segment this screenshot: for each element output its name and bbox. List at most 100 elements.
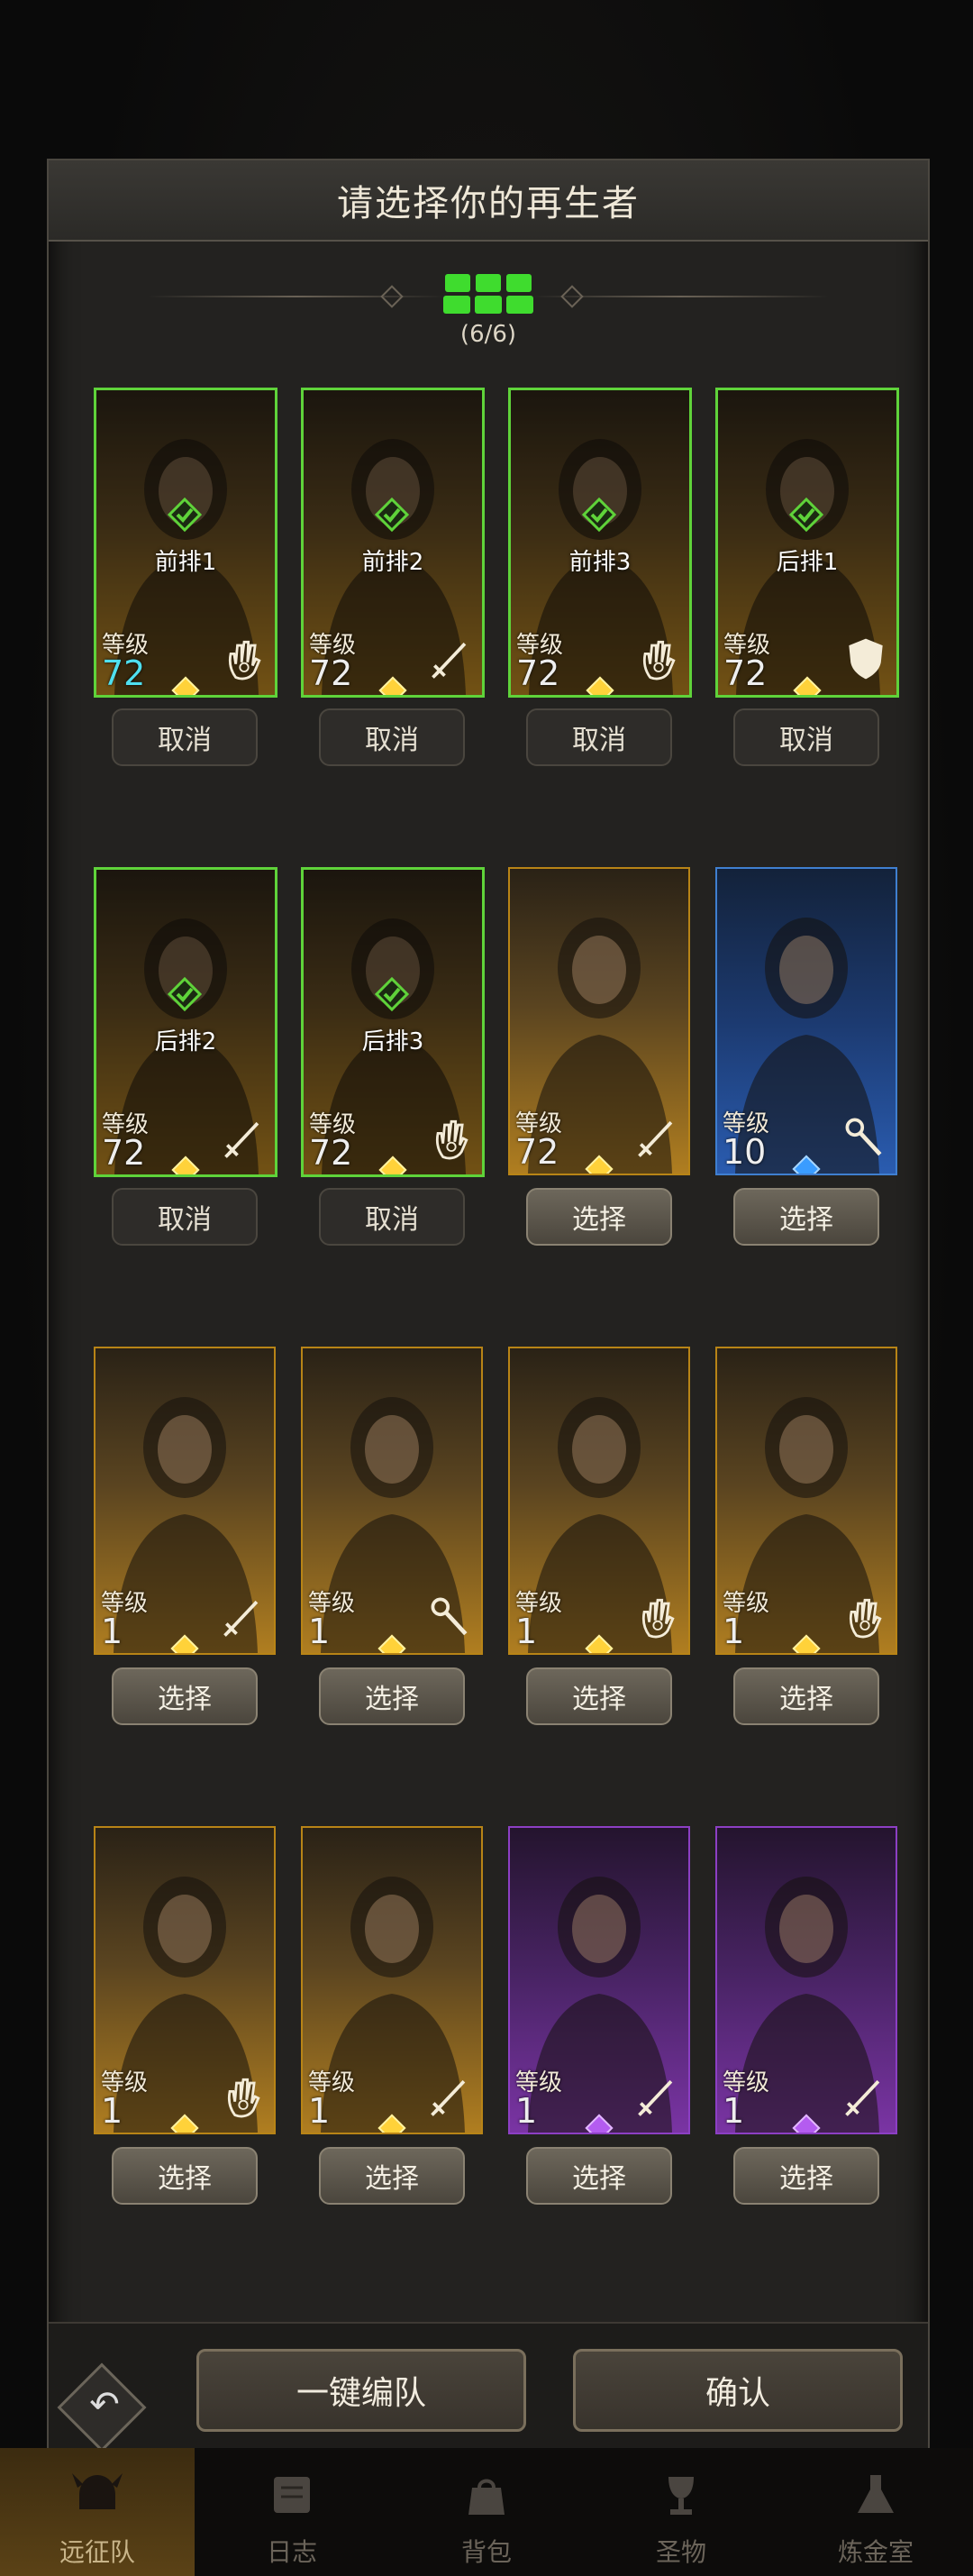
hero-select-dialog: 请选择你的再生者 (6/6) 前排1 等级 72 取消 前排2 等级 72 取消 前排3 等级 72… [47, 159, 930, 2459]
sword-class-icon [431, 2079, 466, 2116]
slot-label: 前排1 [154, 549, 217, 576]
cancel-button[interactable]: 取消 [319, 708, 465, 766]
chalice-icon [668, 2477, 694, 2515]
hero-card[interactable]: 等级 72 [508, 867, 690, 1175]
ornament-diamond-left [380, 285, 404, 308]
hand-class-icon [849, 1598, 882, 1639]
sword-class-icon [845, 2079, 880, 2116]
level-value: 72 [723, 653, 768, 693]
hero-card[interactable]: 等级 10 [715, 867, 897, 1175]
shield-class-icon [849, 638, 883, 680]
select-button[interactable]: 选择 [112, 1667, 258, 1725]
hero-card[interactable]: 等级 1 [301, 1826, 483, 2134]
checkmark-icon [374, 976, 410, 1012]
select-button[interactable]: 选择 [733, 1188, 879, 1246]
slot-label: 后排3 [361, 1028, 424, 1055]
dialog-footer: ↶ 一键编队 确认 [49, 2322, 928, 2459]
hand-class-icon [641, 1598, 675, 1639]
level-value: 1 [723, 2091, 745, 2131]
nav-item[interactable]: 背包 [389, 2448, 584, 2576]
slot-label: 后排1 [776, 549, 839, 576]
level-value: 72 [309, 653, 353, 693]
select-button[interactable]: 选择 [112, 2147, 258, 2205]
level-value: 72 [515, 1132, 559, 1172]
auto-team-button[interactable]: 一键编队 [196, 2349, 526, 2432]
select-button[interactable]: 选择 [319, 1667, 465, 1725]
checkmark-icon [167, 497, 203, 533]
sword-class-icon [224, 1121, 259, 1158]
hero-card[interactable]: 等级 1 [508, 1347, 690, 1655]
hand-class-icon [435, 1119, 468, 1160]
nav-label: 日志 [266, 2537, 317, 2567]
slot-label: 前排3 [568, 549, 632, 576]
scroll-icon [274, 2477, 310, 2513]
staff-class-icon [845, 1118, 882, 1156]
nav-label: 远征队 [59, 2537, 135, 2567]
level-value: 1 [308, 1612, 331, 1651]
dialog-title: 请选择你的再生者 [337, 183, 640, 224]
hand-class-icon [642, 640, 676, 681]
hero-card[interactable]: 前排1 等级 72 [94, 388, 277, 698]
nav-label: 炼金室 [837, 2537, 914, 2567]
level-value: 1 [101, 1612, 123, 1651]
formation-count: (6/6) [459, 321, 517, 348]
cancel-button[interactable]: 取消 [733, 708, 879, 766]
level-value: 1 [101, 2091, 123, 2131]
cancel-button[interactable]: 取消 [112, 708, 258, 766]
slot-label: 前排2 [361, 549, 424, 576]
cancel-button[interactable]: 取消 [112, 1188, 258, 1246]
hero-card[interactable]: 等级 1 [301, 1347, 483, 1655]
hero-card[interactable]: 后排1 等级 72 [715, 388, 899, 698]
hero-card[interactable]: 等级 1 [715, 1347, 897, 1655]
confirm-button[interactable]: 确认 [573, 2349, 903, 2432]
nav-item[interactable]: 远征队 [0, 2448, 195, 2576]
hero-card[interactable]: 等级 1 [508, 1826, 690, 2134]
level-value: 1 [308, 2091, 331, 2131]
level-value: 72 [516, 653, 560, 693]
nav-item[interactable]: 炼金室 [778, 2448, 973, 2576]
select-button[interactable]: 选择 [526, 2147, 672, 2205]
staff-class-icon [431, 1597, 468, 1636]
nav-item[interactable]: 日志 [195, 2448, 389, 2576]
hero-card[interactable]: 等级 1 [94, 1826, 276, 2134]
checkmark-icon [788, 497, 824, 533]
level-value: 72 [102, 653, 146, 693]
hero-card[interactable]: 等级 1 [715, 1826, 897, 2134]
level-value: 10 [723, 1132, 767, 1172]
formation-grid-icon [443, 274, 533, 314]
bottom-navigation: 远征队 日志 背包 圣物 炼金室 [0, 2448, 973, 2576]
hero-card[interactable]: 前排3 等级 72 [508, 388, 692, 698]
level-value: 1 [515, 2091, 538, 2131]
level-value: 1 [515, 1612, 538, 1651]
select-button[interactable]: 选择 [526, 1188, 672, 1246]
hand-class-icon [228, 640, 261, 681]
select-button[interactable]: 选择 [526, 1667, 672, 1725]
ornament-diamond-right [560, 285, 584, 308]
cancel-button[interactable]: 取消 [526, 708, 672, 766]
alchemy-icon [858, 2475, 894, 2513]
bag-icon [468, 2479, 505, 2515]
slot-label: 后排2 [154, 1028, 217, 1055]
sword-class-icon [223, 1600, 259, 1637]
nav-label: 圣物 [655, 2537, 706, 2567]
sword-class-icon [432, 642, 467, 679]
undo-arrow-icon: ↶ [89, 2384, 120, 2425]
nav-label: 背包 [460, 2537, 512, 2567]
hero-card[interactable]: 后排3 等级 72 [301, 867, 485, 1177]
dialog-title-bar: 请选择你的再生者 [49, 160, 928, 242]
nav-item[interactable]: 圣物 [584, 2448, 778, 2576]
hero-card[interactable]: 后排2 等级 72 [94, 867, 277, 1177]
select-button[interactable]: 选择 [319, 2147, 465, 2205]
checkmark-icon [167, 976, 203, 1012]
checkmark-icon [581, 497, 617, 533]
checkmark-icon [374, 497, 410, 533]
level-value: 1 [723, 1612, 745, 1651]
hero-card[interactable]: 等级 1 [94, 1347, 276, 1655]
select-button[interactable]: 选择 [733, 1667, 879, 1725]
sword-class-icon [638, 2079, 673, 2116]
select-button[interactable]: 选择 [733, 2147, 879, 2205]
hand-class-icon [227, 2078, 260, 2118]
level-value: 72 [309, 1133, 353, 1173]
cancel-button[interactable]: 取消 [319, 1188, 465, 1246]
hero-card[interactable]: 前排2 等级 72 [301, 388, 485, 698]
